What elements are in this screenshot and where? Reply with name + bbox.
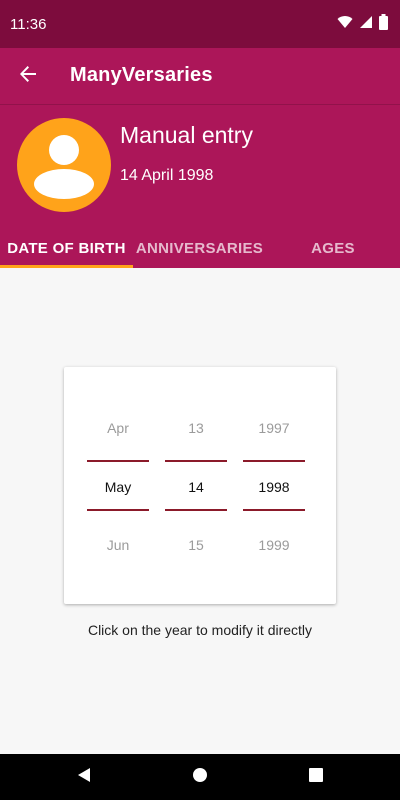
- day-selected-value[interactable]: 14: [165, 479, 227, 495]
- picker-hint: Click on the year to modify it directly: [87, 622, 313, 638]
- status-icons: [337, 14, 388, 35]
- nav-back-button[interactable]: [72, 765, 96, 789]
- nav-recents-button[interactable]: [304, 765, 328, 789]
- status-bar: 11:36: [0, 0, 400, 48]
- app-bar: ManyVersaries: [0, 48, 400, 104]
- status-time: 11:36: [10, 16, 47, 33]
- tab-ages[interactable]: AGES: [266, 228, 400, 268]
- battery-icon: [379, 14, 388, 35]
- selection-divider: [165, 509, 227, 511]
- person-icon: [17, 135, 111, 212]
- entry-header: Manual entry 14 April 1998 DATE OF BIRTH…: [0, 104, 400, 268]
- selection-divider: [87, 460, 149, 462]
- wifi-icon: [337, 15, 353, 34]
- year-next-value[interactable]: 1999: [243, 537, 305, 553]
- system-nav-bar: [0, 754, 400, 800]
- back-button[interactable]: [12, 60, 44, 92]
- tab-date-of-birth[interactable]: DATE OF BIRTH: [0, 228, 133, 268]
- month-selected-value[interactable]: May: [87, 479, 149, 495]
- selection-divider: [87, 509, 149, 511]
- arrow-left-icon: [19, 65, 37, 88]
- day-next-value[interactable]: 15: [165, 537, 227, 553]
- year-prev-value[interactable]: 1997: [243, 420, 305, 436]
- avatar: [17, 118, 111, 212]
- entry-name: Manual entry: [120, 122, 253, 148]
- month-prev-value[interactable]: Apr: [87, 420, 149, 436]
- year-picker[interactable]: 1997 1998 1999: [243, 367, 305, 604]
- app-title: ManyVersaries: [70, 64, 213, 86]
- selection-divider: [165, 460, 227, 462]
- tab-bar: DATE OF BIRTH ANNIVERSARIES AGES: [0, 228, 400, 268]
- header-divider: [0, 104, 400, 105]
- selection-divider: [243, 509, 305, 511]
- date-picker: Apr May Jun 13 14 15 1997 1998 1999: [64, 367, 336, 604]
- signal-icon: [359, 15, 373, 34]
- year-selected-value[interactable]: 1998: [243, 479, 305, 495]
- triangle-back-icon: [76, 767, 92, 788]
- day-picker[interactable]: 13 14 15: [165, 367, 227, 604]
- month-picker[interactable]: Apr May Jun: [87, 367, 149, 604]
- month-next-value[interactable]: Jun: [87, 537, 149, 553]
- entry-date: 14 April 1998: [120, 167, 214, 184]
- date-of-birth-panel: Apr May Jun 13 14 15 1997 1998 1999 Clic…: [0, 268, 400, 754]
- circle-home-icon: [192, 767, 208, 788]
- tab-anniversaries[interactable]: ANNIVERSARIES: [133, 228, 266, 268]
- square-recents-icon: [309, 767, 323, 787]
- nav-home-button[interactable]: [188, 765, 212, 789]
- selection-divider: [243, 460, 305, 462]
- day-prev-value[interactable]: 13: [165, 420, 227, 436]
